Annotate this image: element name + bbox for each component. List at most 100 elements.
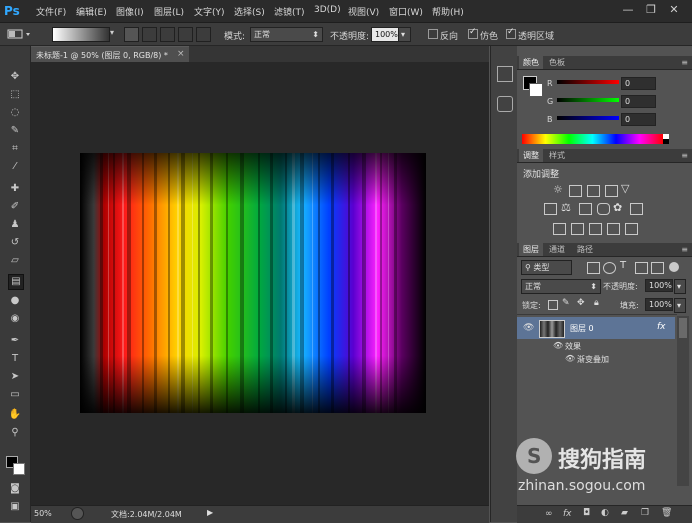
status-info-icon[interactable] bbox=[71, 507, 84, 520]
red-slider[interactable] bbox=[557, 80, 619, 84]
curves-icon[interactable] bbox=[587, 185, 600, 197]
history-panel-icon[interactable] bbox=[497, 66, 513, 82]
vibrance-icon[interactable]: ▽ bbox=[621, 182, 629, 195]
spectrum-black-swatch[interactable] bbox=[663, 139, 669, 144]
diamond-gradient-button[interactable] bbox=[196, 27, 211, 42]
eyedropper-tool-icon[interactable]: ⁄ bbox=[8, 160, 22, 174]
color-panel-menu-icon[interactable]: ≡ bbox=[681, 56, 688, 69]
filter-adjustment-icon[interactable] bbox=[603, 262, 616, 274]
tab-adjustments[interactable]: 调整 bbox=[519, 149, 543, 162]
adjustments-panel-menu-icon[interactable]: ≡ bbox=[681, 149, 688, 162]
move-tool-icon[interactable]: ✥ bbox=[8, 70, 22, 84]
transparency-checkbox[interactable] bbox=[506, 27, 516, 39]
lock-transparent-icon[interactable] bbox=[548, 300, 558, 310]
black-white-icon[interactable] bbox=[579, 203, 592, 215]
tool-preset-picker[interactable] bbox=[6, 28, 32, 40]
fill-input[interactable]: 100% bbox=[645, 298, 673, 311]
healing-brush-tool-icon[interactable]: ✚ bbox=[8, 182, 22, 196]
blue-slider[interactable] bbox=[557, 116, 619, 120]
filter-smart-object-icon[interactable] bbox=[651, 262, 664, 274]
gradient-overlay-eye-icon[interactable]: 👁︎ bbox=[565, 354, 575, 363]
background-color-swatch[interactable] bbox=[13, 463, 25, 475]
menu-help[interactable]: 帮助(H) bbox=[432, 5, 464, 18]
new-adjustment-layer-icon[interactable]: ◐ bbox=[601, 508, 609, 518]
tab-channels[interactable]: 通道 bbox=[545, 243, 569, 256]
green-slider[interactable] bbox=[557, 98, 619, 102]
fill-dropdown[interactable]: ▾ bbox=[674, 298, 686, 313]
gradient-dropdown-icon[interactable]: ▾ bbox=[110, 28, 114, 37]
threshold-icon[interactable] bbox=[589, 223, 602, 235]
lasso-tool-icon[interactable]: ◌ bbox=[8, 106, 22, 120]
layer-effects-row[interactable]: 👁︎ 效果 bbox=[517, 340, 675, 353]
blend-mode-select[interactable]: 正常 ⬍ bbox=[521, 279, 601, 294]
color-lookup-icon[interactable] bbox=[630, 203, 643, 215]
opacity-dropdown-button[interactable]: ▾ bbox=[398, 27, 411, 42]
quick-mask-icon[interactable]: ◙ bbox=[8, 482, 22, 496]
menu-window[interactable]: 窗口(W) bbox=[389, 5, 423, 18]
menu-file[interactable]: 文件(F) bbox=[36, 5, 66, 18]
tab-styles[interactable]: 样式 bbox=[545, 149, 569, 162]
properties-panel-icon[interactable] bbox=[497, 96, 513, 112]
shape-tool-icon[interactable]: ▭ bbox=[8, 388, 22, 402]
green-value-input[interactable]: 0 bbox=[621, 95, 656, 108]
filter-pixel-icon[interactable] bbox=[587, 262, 600, 274]
brush-tool-icon[interactable]: ✐ bbox=[8, 200, 22, 214]
crop-tool-icon[interactable]: ⌗ bbox=[8, 142, 22, 156]
tab-paths[interactable]: 路径 bbox=[573, 243, 597, 256]
blue-value-input[interactable]: 0 bbox=[621, 113, 656, 126]
tab-color[interactable]: 颜色 bbox=[519, 56, 543, 69]
quick-select-tool-icon[interactable]: ✎ bbox=[8, 124, 22, 138]
brightness-contrast-icon[interactable]: ☼ bbox=[553, 183, 563, 196]
new-group-icon[interactable]: ▰ bbox=[621, 508, 628, 518]
menu-view[interactable]: 视图(V) bbox=[348, 5, 379, 18]
zoom-tool-icon[interactable]: ⚲ bbox=[8, 426, 22, 440]
menu-edit[interactable]: 编辑(E) bbox=[76, 5, 107, 18]
color-background-swatch[interactable] bbox=[529, 83, 543, 97]
gradient-tool-active-icon[interactable]: ▤ bbox=[8, 274, 24, 290]
linear-gradient-button[interactable] bbox=[124, 27, 139, 42]
angle-gradient-button[interactable] bbox=[160, 27, 175, 42]
clone-stamp-tool-icon[interactable]: ♟ bbox=[8, 218, 22, 232]
layer-filter-select[interactable]: ⚲ 类型 bbox=[521, 260, 572, 275]
opacity-input[interactable]: 100% bbox=[371, 27, 399, 42]
layer-name[interactable]: 图层 0 bbox=[570, 323, 594, 334]
channel-mixer-icon[interactable]: ✿ bbox=[613, 201, 622, 214]
red-value-input[interactable]: 0 bbox=[621, 77, 656, 90]
link-layers-icon[interactable]: ∞ bbox=[545, 509, 553, 519]
layers-scrollbar-thumb[interactable] bbox=[679, 318, 687, 338]
dither-checkbox[interactable] bbox=[468, 27, 478, 39]
new-layer-icon[interactable]: ❐ bbox=[641, 508, 649, 518]
color-spectrum-bar[interactable] bbox=[522, 134, 663, 144]
menu-filter[interactable]: 滤镜(T) bbox=[274, 5, 305, 18]
zoom-level[interactable]: 50% bbox=[34, 509, 52, 518]
effects-visibility-eye-icon[interactable]: 👁︎ bbox=[553, 341, 563, 350]
filter-type-icon[interactable]: T bbox=[620, 260, 626, 271]
lock-pixels-icon[interactable]: ✎ bbox=[562, 298, 570, 308]
gradient-picker[interactable] bbox=[52, 27, 110, 42]
close-window-button[interactable]: ✕ bbox=[664, 2, 684, 18]
document-close-icon[interactable]: × bbox=[177, 49, 185, 59]
delete-layer-icon[interactable]: 🗑︎ bbox=[661, 508, 672, 518]
invert-icon[interactable] bbox=[553, 223, 566, 235]
menu-image[interactable]: 图像(I) bbox=[116, 5, 144, 18]
color-balance-icon[interactable]: ⚖ bbox=[561, 201, 571, 214]
filter-shape-icon[interactable] bbox=[635, 262, 648, 274]
filter-toggle-icon[interactable] bbox=[669, 262, 679, 272]
rainbow-stripes-artwork[interactable] bbox=[80, 153, 426, 413]
history-brush-tool-icon[interactable]: ↺ bbox=[8, 236, 22, 250]
mode-select[interactable]: 正常 ⬍ bbox=[250, 27, 323, 42]
add-mask-icon[interactable]: ◘ bbox=[583, 508, 590, 518]
document-tab[interactable]: 未标题-1 @ 50% (图层 0, RGB/8) * × bbox=[31, 46, 189, 63]
reflected-gradient-button[interactable] bbox=[178, 27, 193, 42]
screen-mode-icon[interactable]: ▣ bbox=[8, 500, 22, 514]
reverse-checkbox[interactable] bbox=[428, 29, 438, 39]
tab-swatches[interactable]: 色板 bbox=[545, 56, 569, 69]
layer-fx-icon[interactable]: fx bbox=[657, 322, 666, 332]
levels-icon[interactable] bbox=[569, 185, 582, 197]
layers-panel-menu-icon[interactable]: ≡ bbox=[681, 243, 688, 256]
blur-tool-icon[interactable]: ● bbox=[8, 294, 22, 308]
layer-visibility-eye-icon[interactable]: 👁︎ bbox=[523, 323, 534, 333]
menu-3d[interactable]: 3D(D) bbox=[314, 5, 341, 15]
dodge-tool-icon[interactable]: ◉ bbox=[8, 312, 22, 326]
add-style-icon[interactable]: fx bbox=[563, 509, 572, 519]
